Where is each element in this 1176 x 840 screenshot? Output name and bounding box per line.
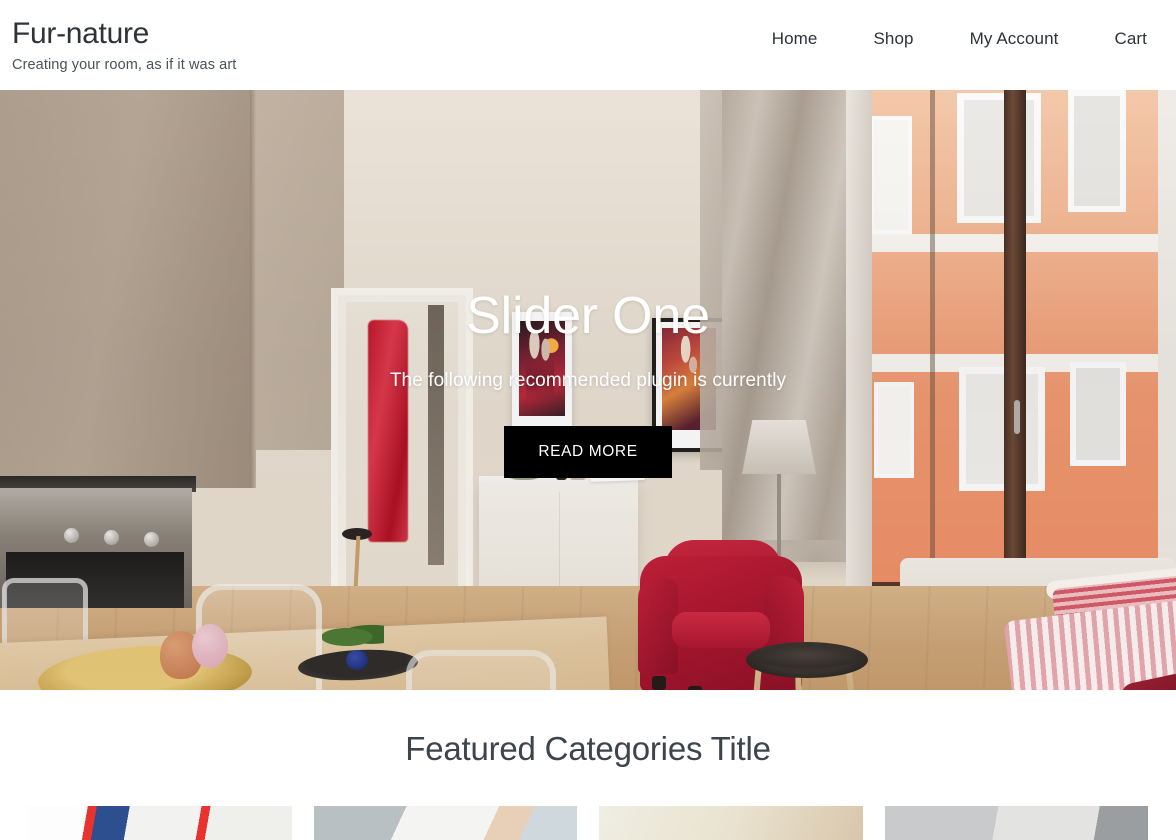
category-card-grid: [0, 806, 1176, 840]
category-card[interactable]: [313, 806, 577, 840]
read-more-button[interactable]: READ MORE: [504, 426, 672, 479]
featured-categories-title: Featured Categories Title: [405, 730, 771, 767]
featured-categories-section: Featured Categories Title: [0, 690, 1176, 840]
category-card[interactable]: [28, 806, 292, 840]
primary-navigation: Home Shop My Account Cart: [744, 0, 1164, 49]
category-card[interactable]: [599, 806, 863, 840]
branding[interactable]: Fur-nature Creating your room, as if it …: [12, 0, 236, 73]
site-tagline: Creating your room, as if it was art: [12, 56, 237, 73]
nav-item-my-account[interactable]: My Account: [942, 29, 1087, 49]
category-image: [28, 806, 292, 840]
category-image: [599, 806, 863, 840]
category-image: [313, 806, 577, 840]
nav-item-home[interactable]: Home: [744, 29, 846, 49]
hero-subtitle: The following recommended plugin is curr…: [389, 370, 787, 392]
nav-item-cart[interactable]: Cart: [1086, 29, 1164, 49]
site-title[interactable]: Fur-nature: [12, 17, 236, 51]
nav-item-shop[interactable]: Shop: [845, 29, 941, 49]
hero-title: Slider One: [466, 287, 710, 345]
hero-slider: Slider One The following recommended plu…: [0, 90, 1176, 690]
site-header: Fur-nature Creating your room, as if it …: [0, 0, 1176, 90]
page-root: Fur-nature Creating your room, as if it …: [0, 0, 1176, 840]
category-card[interactable]: [884, 806, 1148, 840]
hero-content: Slider One The following recommended plu…: [0, 287, 1176, 479]
category-image: [884, 806, 1148, 840]
